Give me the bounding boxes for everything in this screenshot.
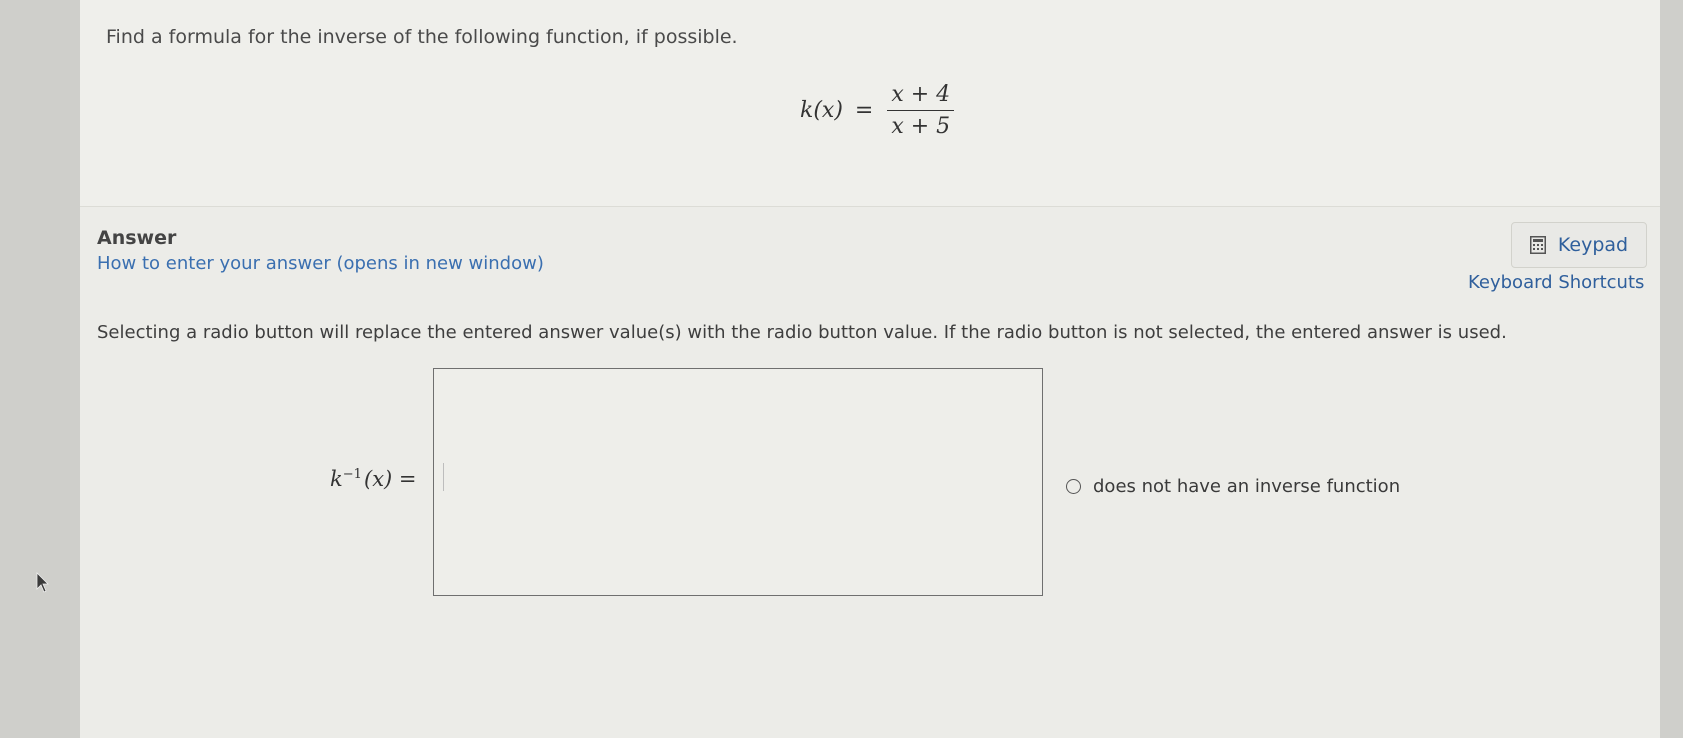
how-to-enter-answer-link[interactable]: How to enter your answer (opens in new w… xyxy=(97,253,544,274)
fraction-denominator: x + 5 xyxy=(891,114,951,139)
mouse-pointer-icon xyxy=(36,572,50,598)
question-prompt: Find a formula for the inverse of the fo… xyxy=(106,26,738,48)
answer-input[interactable] xyxy=(433,368,1043,596)
inverse-lhs: k−1 (x) = xyxy=(330,467,417,491)
inverse-exponent: −1 xyxy=(342,467,362,482)
no-inverse-label: does not have an inverse function xyxy=(1093,476,1401,497)
fraction: x + 4 x + 5 xyxy=(887,82,955,139)
question-panel: Find a formula for the inverse of the fo… xyxy=(80,0,1660,207)
answer-heading: Answer xyxy=(97,227,177,249)
radio-instructions: Selecting a radio button will replace th… xyxy=(97,322,1507,343)
no-inverse-option[interactable]: does not have an inverse function xyxy=(1066,476,1400,497)
function-lhs: k(x) xyxy=(800,98,843,123)
fraction-numerator: x + 4 xyxy=(887,82,955,111)
keypad-button[interactable]: Keypad xyxy=(1511,222,1647,268)
text-caret xyxy=(443,463,444,491)
function-formula: k(x) = x + 4 x + 5 xyxy=(800,82,955,139)
keyboard-shortcuts-link[interactable]: Keyboard Shortcuts xyxy=(1468,272,1644,293)
equals-sign: = xyxy=(854,98,874,123)
calculator-icon xyxy=(1529,236,1546,254)
question-page: Find a formula for the inverse of the fo… xyxy=(80,0,1660,738)
keypad-label: Keypad xyxy=(1557,234,1629,256)
inverse-argument: (x) = xyxy=(364,467,417,491)
inverse-base: k xyxy=(330,467,343,491)
no-inverse-radio[interactable] xyxy=(1066,479,1081,494)
